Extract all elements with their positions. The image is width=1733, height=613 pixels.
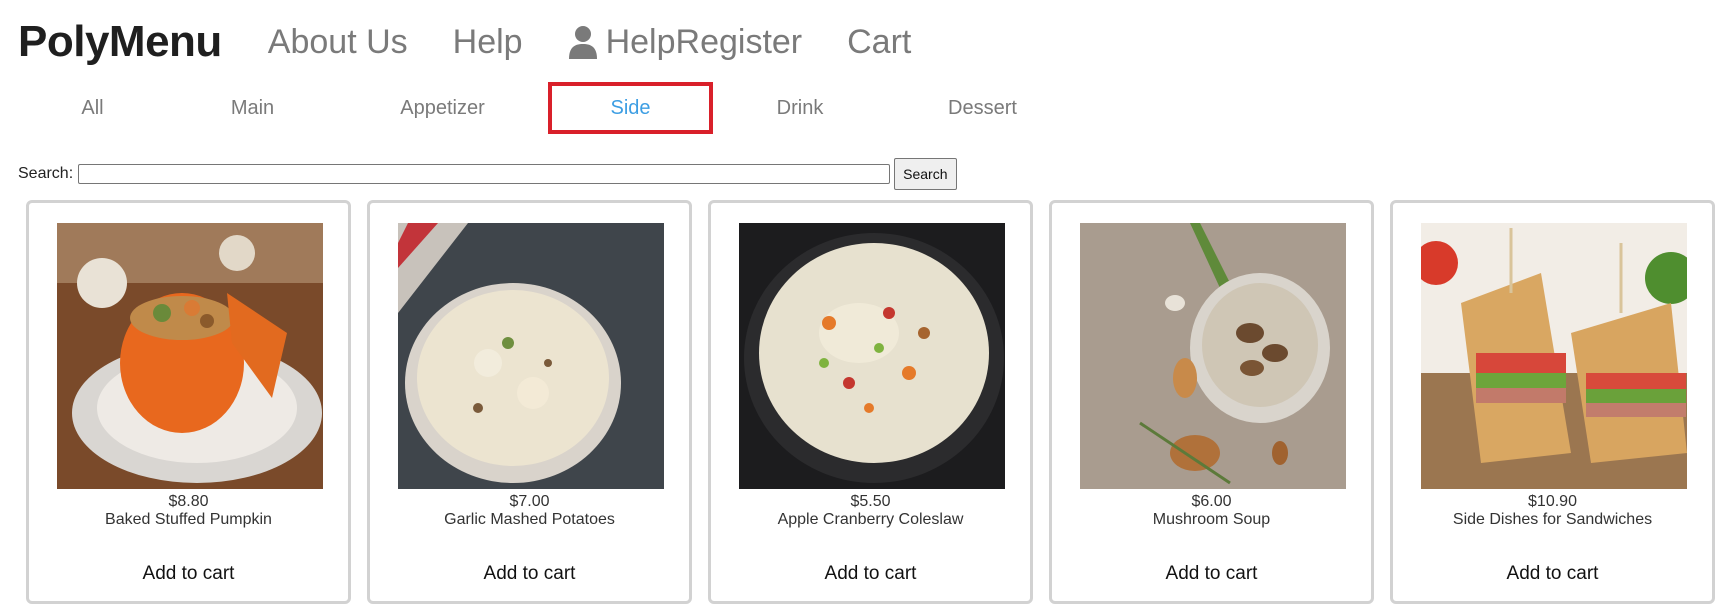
- search-input[interactable]: [78, 164, 891, 184]
- product-card: $6.00 Mushroom Soup Add to cart: [1049, 200, 1374, 604]
- tab-dessert[interactable]: Dessert: [930, 82, 1035, 134]
- nav-about-us[interactable]: About Us: [268, 23, 408, 62]
- tab-appetizer[interactable]: Appetizer: [385, 82, 500, 134]
- coleslaw-photo: [739, 223, 1005, 489]
- product-card: $10.90 Side Dishes for Sandwiches Add to…: [1390, 200, 1715, 604]
- mashed-potatoes-photo: [398, 223, 664, 489]
- tab-main[interactable]: Main: [210, 82, 295, 134]
- tab-all[interactable]: All: [50, 82, 135, 134]
- add-to-cart-button[interactable]: Add to cart: [711, 563, 1030, 585]
- nav-cart[interactable]: Cart: [847, 23, 911, 62]
- page: PolyMenu About Us Help HelpRegister Cart…: [0, 0, 1733, 613]
- category-tabs: All Main Appetizer Side Drink Dessert: [0, 82, 1100, 138]
- add-to-cart-button[interactable]: Add to cart: [370, 563, 689, 585]
- product-card: $7.00 Garlic Mashed Potatoes Add to cart: [367, 200, 692, 604]
- search-label: Search:: [18, 165, 74, 182]
- add-to-cart-button[interactable]: Add to cart: [1393, 563, 1712, 585]
- product-name: Mushroom Soup: [1152, 511, 1271, 528]
- product-price: $7.00: [509, 493, 550, 510]
- top-nav: PolyMenu About Us Help HelpRegister Cart: [18, 14, 956, 70]
- product-name: Apple Cranberry Coleslaw: [777, 511, 964, 528]
- product-price: $5.50: [850, 493, 891, 510]
- product-name: Baked Stuffed Pumpkin: [105, 511, 272, 528]
- add-to-cart-button[interactable]: Add to cart: [1052, 563, 1371, 585]
- brand-logo[interactable]: PolyMenu: [18, 17, 222, 67]
- search-bar: Search: Search: [18, 158, 957, 190]
- product-price: $10.90: [1528, 493, 1577, 510]
- add-to-cart-button[interactable]: Add to cart: [29, 563, 348, 585]
- nav-help[interactable]: Help: [453, 23, 523, 62]
- user-icon: [568, 25, 598, 59]
- pumpkin-photo: [57, 223, 323, 489]
- nav-help-register[interactable]: HelpRegister: [568, 22, 803, 62]
- nav-help-register-label: HelpRegister: [605, 22, 803, 61]
- product-price: $6.00: [1191, 493, 1232, 510]
- tab-drink[interactable]: Drink: [755, 82, 845, 134]
- product-name: Garlic Mashed Potatoes: [444, 511, 615, 528]
- product-price: $8.80: [168, 493, 209, 510]
- product-name: Side Dishes for Sandwiches: [1452, 511, 1653, 528]
- search-button[interactable]: Search: [894, 158, 957, 190]
- product-card: $8.80 Baked Stuffed Pumpkin Add to cart: [26, 200, 351, 604]
- sandwich-photo: [1421, 223, 1687, 489]
- tab-side[interactable]: Side: [548, 82, 713, 134]
- product-card: $5.50 Apple Cranberry Coleslaw Add to ca…: [708, 200, 1033, 604]
- mushroom-soup-photo: [1080, 223, 1346, 489]
